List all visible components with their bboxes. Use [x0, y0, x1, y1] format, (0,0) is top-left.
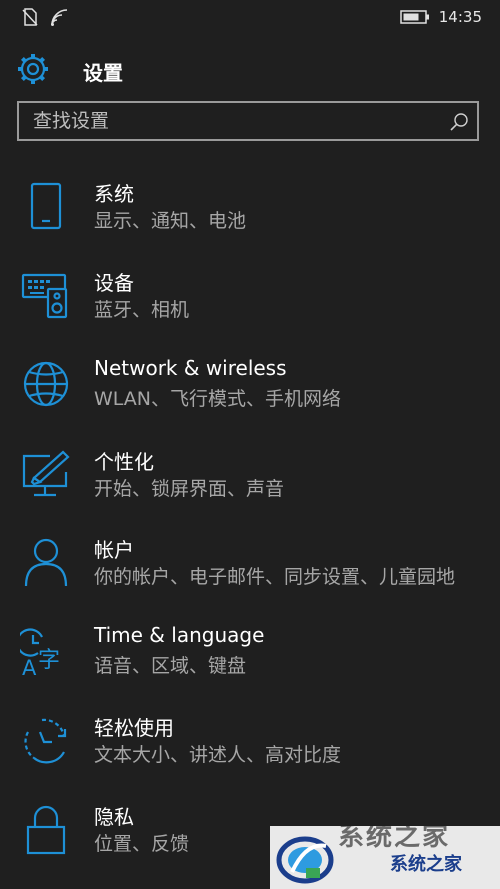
devices-icon: [21, 273, 68, 319]
globe-icon: [23, 361, 69, 407]
settings-item-description: 文本大小、讲述人、高对比度: [94, 744, 342, 766]
settings-item-label: 个性化: [94, 450, 154, 474]
status-bar: 14:35: [0, 0, 500, 36]
no-sim-icon: [22, 8, 38, 26]
svg-text:字: 字: [38, 648, 60, 673]
gear-icon: [18, 54, 48, 84]
settings-item-time-language[interactable]: A 字 Time & language 语音、区域、键盘: [0, 623, 500, 703]
ease-of-access-icon: [24, 718, 67, 764]
settings-item-label: 轻松使用: [94, 716, 174, 740]
person-icon: [24, 538, 68, 587]
time-language-icon: A 字: [20, 628, 60, 679]
page-header: 设置: [0, 44, 500, 94]
settings-item-ease-of-access[interactable]: 轻松使用 文本大小、讲述人、高对比度: [0, 712, 500, 792]
wifi-icon: [51, 9, 68, 26]
settings-item-description: 位置、反馈: [94, 833, 190, 855]
search-input[interactable]: [19, 103, 453, 139]
settings-item-description: WLAN、飞行模式、手机网络: [94, 388, 342, 410]
clock: 14:35: [438, 8, 482, 26]
settings-item-description: 蓝牙、相机: [94, 299, 190, 321]
settings-item-label: Network & wireless: [94, 356, 287, 380]
phone-icon: [30, 182, 62, 230]
watermark-logo: 系统之家 系统之家: [270, 826, 500, 889]
settings-item-system[interactable]: 系统 显示、通知、电池: [0, 178, 500, 258]
settings-item-description: 开始、锁屏界面、声音: [94, 478, 285, 500]
svg-text:A: A: [22, 656, 37, 679]
settings-item-label: 帐户: [94, 538, 134, 562]
watermark-ghost-text: 系统之家: [338, 826, 451, 852]
settings-item-description: 显示、通知、电池: [94, 210, 247, 232]
settings-item-accounts[interactable]: 帐户 你的帐户、电子邮件、同步设置、儿童园地: [0, 534, 500, 614]
settings-item-personalization[interactable]: 个性化 开始、锁屏界面、声音: [0, 446, 500, 526]
settings-item-label: 系统: [94, 182, 134, 206]
watermark-text: 系统之家: [390, 854, 462, 875]
page-title: 设置: [83, 61, 123, 85]
settings-item-description: 语音、区域、键盘: [94, 655, 247, 677]
settings-item-label: Time & language: [94, 623, 265, 647]
settings-item-label: 隐私: [94, 805, 134, 829]
search-icon[interactable]: [449, 112, 469, 132]
watermark-emblem-icon: [276, 836, 334, 884]
battery-icon: [400, 10, 429, 24]
lock-icon: [26, 805, 66, 855]
personalize-icon: [22, 450, 70, 497]
settings-item-description: 你的帐户、电子邮件、同步设置、儿童园地: [94, 566, 456, 588]
settings-item-label: 设备: [94, 271, 134, 295]
settings-item-devices[interactable]: 设备 蓝牙、相机: [0, 267, 500, 347]
settings-item-network[interactable]: Network & wireless WLAN、飞行模式、手机网络: [0, 356, 500, 436]
search-box[interactable]: [17, 101, 479, 141]
